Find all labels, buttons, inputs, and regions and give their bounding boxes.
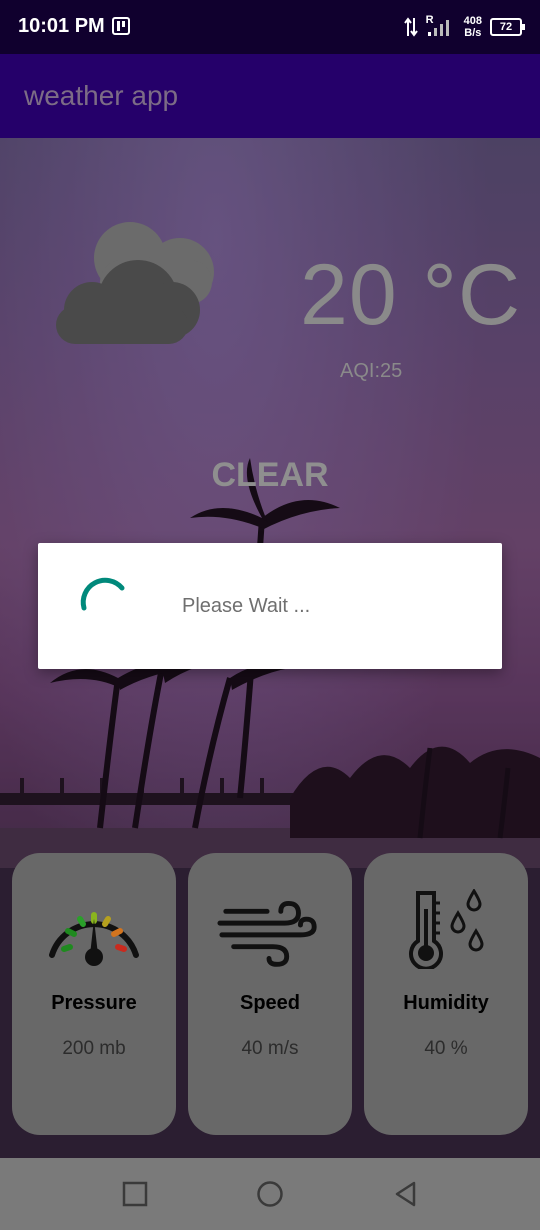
aqi-value: AQI:25 <box>340 360 403 382</box>
data-transfer-icon <box>403 17 418 37</box>
weather-condition: CLEAR <box>211 456 329 494</box>
app-bar: weather app <box>0 54 540 138</box>
loading-spinner-icon <box>80 577 125 611</box>
humidity-card[interactable]: Humidity 40 % <box>364 853 528 1135</box>
dialog-message: Please Wait ... <box>182 595 311 617</box>
wind-icon <box>217 901 317 967</box>
cloud-icon <box>56 222 214 344</box>
recents-button[interactable] <box>121 1180 149 1208</box>
network-speed: 408 B/s <box>464 15 482 39</box>
pressure-label: Pressure <box>51 992 137 1014</box>
humidity-label: Humidity <box>403 992 489 1014</box>
back-button[interactable] <box>392 1180 420 1208</box>
navigation-bar <box>0 1158 540 1230</box>
app-title: weather app <box>24 80 179 111</box>
loading-dialog: Please Wait ... <box>38 543 502 669</box>
speed-card[interactable]: Speed 40 m/s <box>188 853 352 1135</box>
pressure-card[interactable]: Pressure 200 mb <box>12 853 176 1135</box>
battery-icon: 72 <box>490 18 525 36</box>
pressure-value: 200 mb <box>62 1038 126 1059</box>
status-right-group: R 408 B/s 72 <box>403 12 525 42</box>
network-speed-value: 408 <box>463 15 482 27</box>
speed-value: 40 m/s <box>241 1038 299 1059</box>
speed-label: Speed <box>239 992 301 1014</box>
status-bar: 10:01 PM R 408 B/s 72 <box>0 0 540 54</box>
gauge-icon <box>49 912 139 966</box>
network-speed-unit: B/s <box>464 27 482 39</box>
temperature: 20 °C <box>300 247 522 343</box>
status-time: 10:01 PM <box>18 15 105 37</box>
thermometer-drops-icon <box>409 889 484 969</box>
home-button[interactable] <box>256 1180 284 1208</box>
signal-icon: R <box>426 14 456 38</box>
humidity-value: 40 % <box>424 1038 468 1059</box>
notification-app-icon <box>112 17 130 35</box>
